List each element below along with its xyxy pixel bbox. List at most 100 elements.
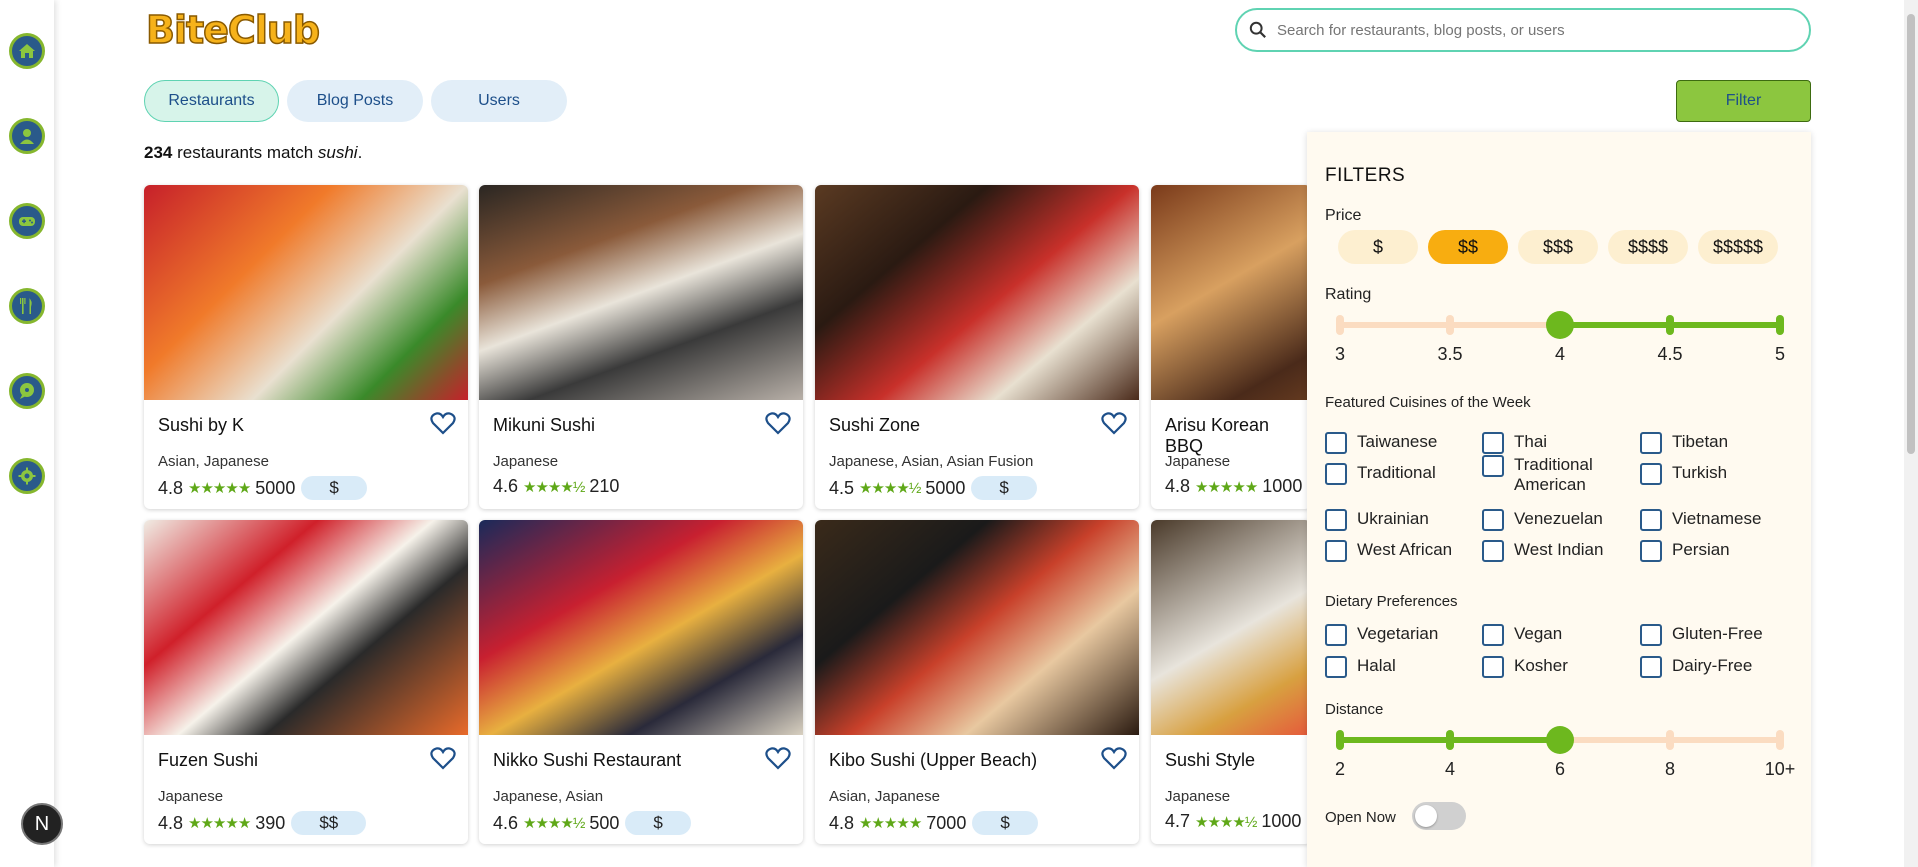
restaurant-name[interactable]: Sushi by K [158,415,244,436]
checkbox-box[interactable] [1325,656,1347,678]
restaurant-cuisines: Japanese [1165,453,1231,470]
checkbox-box[interactable] [1482,540,1504,562]
cuisine-checkbox[interactable]: Tibetan [1640,432,1728,454]
restaurant-name[interactable]: Fuzen Sushi [158,750,258,771]
tab-blog-posts[interactable]: Blog Posts [287,80,423,122]
dietary-label: Dietary Preferences [1325,593,1458,610]
search-input[interactable] [1277,21,1777,39]
checkbox-box[interactable] [1325,540,1347,562]
checkbox-box[interactable] [1640,509,1662,531]
restaurant-photo[interactable] [1151,185,1311,400]
checkbox-box[interactable] [1325,432,1347,454]
restaurant-photo[interactable] [1151,520,1311,735]
heart-icon[interactable] [430,746,456,770]
restaurant-photo[interactable] [479,520,803,735]
cuisine-checkbox[interactable]: Taiwanese [1325,432,1437,454]
search-bar[interactable] [1235,8,1811,52]
checkbox-box[interactable] [1482,432,1504,454]
dietary-checkbox[interactable]: Dairy-Free [1640,656,1752,678]
home-icon[interactable] [9,33,45,69]
filters-title: FILTERS [1325,165,1406,186]
checkbox-box[interactable] [1640,656,1662,678]
heart-icon[interactable] [765,746,791,770]
dietary-checkbox[interactable]: Vegetarian [1325,624,1438,646]
checkbox-box[interactable] [1640,624,1662,646]
checkbox-box[interactable] [1325,624,1347,646]
restaurant-card[interactable]: Sushi Zone Japanese, Asian, Asian Fusion… [815,185,1139,509]
tab-users[interactable]: Users [431,80,567,122]
cuisine-checkbox[interactable]: Thai [1482,432,1547,454]
restaurant-photo[interactable] [479,185,803,400]
dietary-checkbox[interactable]: Halal [1325,656,1396,678]
restaurant-card[interactable]: Arisu Korean BBQ Japanese 4.8 ★★★★★ 1000 [1151,185,1311,509]
food-icon[interactable] [9,288,45,324]
checkbox-box[interactable] [1325,509,1347,531]
heart-icon[interactable] [765,411,791,435]
restaurant-photo[interactable] [815,520,1139,735]
dietary-checkbox[interactable]: Vegan [1482,624,1562,646]
cuisine-checkbox[interactable]: Venezuelan [1482,509,1603,531]
restaurant-card[interactable]: Mikuni Sushi Japanese 4.6 ★★★★½ 210 [479,185,803,509]
restaurant-photo[interactable] [144,520,468,735]
checkbox-box[interactable] [1640,540,1662,562]
checkbox-box[interactable] [1482,624,1504,646]
price-option-2[interactable]: $$ [1428,230,1508,264]
page-scrollbar[interactable] [1904,0,1918,867]
cuisine-checkbox[interactable]: West Indian [1482,540,1603,562]
heart-icon[interactable] [430,411,456,435]
dietary-checkbox[interactable]: Kosher [1482,656,1568,678]
checkbox-box[interactable] [1640,432,1662,454]
cuisine-checkbox[interactable]: Traditional American [1482,455,1602,495]
review-count: 500 [589,812,620,833]
rating-tick [1446,315,1454,335]
checkbox-box[interactable] [1640,463,1662,485]
cuisine-checkbox[interactable]: Vietnamese [1640,509,1761,531]
restaurant-name[interactable]: Sushi Zone [829,415,920,436]
restaurant-card[interactable]: Fuzen Sushi Japanese 4.8 ★★★★★ 390 $$ [144,520,468,844]
chat-icon[interactable] [9,373,45,409]
checkbox-box[interactable] [1482,455,1504,477]
restaurant-name[interactable]: Kibo Sushi (Upper Beach) [829,750,1037,771]
settings-icon[interactable] [9,458,45,494]
rating-value: 4.7 [1165,811,1191,831]
star-rating-icon: ★★★★★ [1195,478,1258,496]
cuisine-checkbox[interactable]: West African [1325,540,1452,562]
distance-slider-thumb[interactable] [1546,726,1574,754]
restaurant-name[interactable]: Nikko Sushi Restaurant [493,750,681,771]
cuisine-checkbox[interactable]: Ukrainian [1325,509,1429,531]
rating-slider[interactable] [1336,311,1784,339]
checkbox-label: Venezuelan [1514,509,1603,528]
restaurant-photo[interactable] [144,185,468,400]
app-logo[interactable]: BiteClub [145,7,321,53]
restaurant-name[interactable]: Mikuni Sushi [493,415,595,436]
restaurant-name[interactable]: Arisu Korean BBQ [1165,415,1311,457]
cuisine-checkbox[interactable]: Persian [1640,540,1730,562]
cuisine-checkbox[interactable]: Traditional [1325,463,1436,485]
filter-button[interactable]: Filter [1676,80,1811,122]
games-icon[interactable] [9,203,45,239]
restaurant-card[interactable]: Kibo Sushi (Upper Beach) Asian, Japanese… [815,520,1139,844]
price-option-1[interactable]: $ [1338,230,1418,264]
checkbox-box[interactable] [1482,509,1504,531]
restaurant-card[interactable]: Sushi Style Japanese 4.7 ★★★★½ 1000 [1151,520,1311,844]
tab-restaurants[interactable]: Restaurants [144,80,279,122]
heart-icon[interactable] [1101,746,1127,770]
scrollbar-thumb[interactable] [1907,14,1915,454]
open-now-toggle[interactable] [1412,802,1466,830]
notification-badge[interactable]: N [21,803,63,845]
restaurant-card[interactable]: Sushi by K Asian, Japanese 4.8 ★★★★★ 500… [144,185,468,509]
rating-slider-thumb[interactable] [1546,311,1574,339]
distance-slider[interactable] [1336,726,1784,754]
heart-icon[interactable] [1101,411,1127,435]
profile-icon[interactable] [9,118,45,154]
cuisine-checkbox[interactable]: Turkish [1640,463,1727,485]
restaurant-name[interactable]: Sushi Style [1165,750,1255,771]
price-option-5[interactable]: $$$$$ [1698,230,1778,264]
checkbox-box[interactable] [1482,656,1504,678]
price-option-4[interactable]: $$$$ [1608,230,1688,264]
dietary-checkbox[interactable]: Gluten-Free [1640,624,1763,646]
price-option-3[interactable]: $$$ [1518,230,1598,264]
restaurant-photo[interactable] [815,185,1139,400]
checkbox-box[interactable] [1325,463,1347,485]
restaurant-card[interactable]: Nikko Sushi Restaurant Japanese, Asian 4… [479,520,803,844]
